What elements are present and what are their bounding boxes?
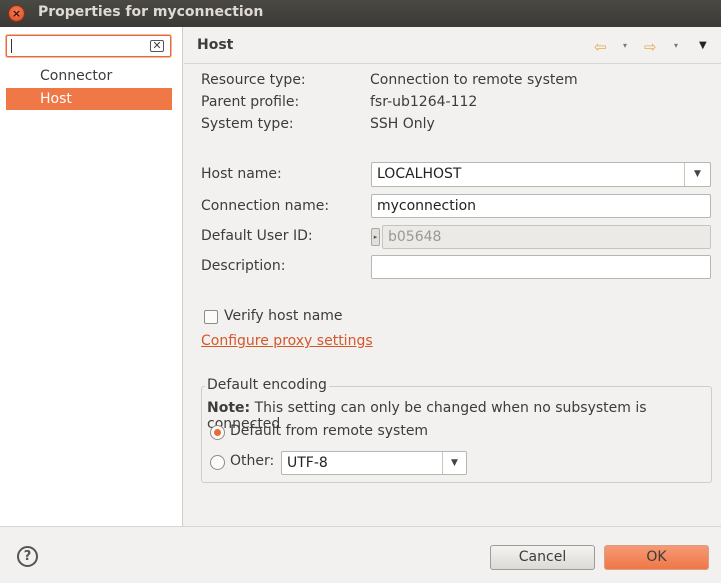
- description-field[interactable]: [371, 255, 711, 279]
- chevron-down-icon[interactable]: ▼: [684, 163, 710, 186]
- parent-profile-value: fsr-ub1264-112: [370, 94, 478, 110]
- dialog-button-bar: ? Cancel OK: [0, 526, 721, 583]
- system-type-label: System type:: [201, 116, 294, 132]
- description-label: Description:: [201, 258, 286, 274]
- default-user-id-value: b05648: [388, 229, 442, 245]
- encoding-combo[interactable]: UTF-8 ▼: [281, 451, 467, 475]
- forward-arrow-icon[interactable]: ⇨: [644, 38, 657, 56]
- back-history-dropdown-icon[interactable]: ▾: [623, 41, 627, 50]
- help-icon[interactable]: ?: [17, 546, 38, 567]
- host-name-combo[interactable]: LOCALHOST ▼: [371, 162, 711, 187]
- text-caret: [11, 39, 12, 53]
- system-type-value: SSH Only: [370, 116, 435, 132]
- clear-filter-icon[interactable]: ✕: [150, 40, 164, 52]
- window-title: Properties for myconnection: [38, 4, 264, 20]
- default-user-id-field: b05648: [382, 225, 711, 249]
- other-encoding-radio[interactable]: [210, 455, 225, 470]
- page-header: Host ⇦ ▾ ⇨ ▾ ▼: [184, 27, 721, 64]
- view-menu-icon[interactable]: ▼: [699, 40, 707, 51]
- chevron-down-icon[interactable]: ▼: [442, 452, 466, 474]
- default-encoding-title: Default encoding: [205, 377, 329, 393]
- default-from-remote-radio[interactable]: [210, 425, 225, 440]
- title-bar: × Properties for myconnection: [0, 0, 721, 27]
- cancel-button[interactable]: Cancel: [490, 545, 595, 570]
- verify-host-checkbox[interactable]: [204, 310, 218, 324]
- tree-item-connector-services[interactable]: Connector Services: [6, 65, 172, 106]
- property-tree-pane: ✕ Connector Services Host: [0, 27, 183, 526]
- host-name-value: LOCALHOST: [377, 166, 462, 182]
- default-from-remote-label[interactable]: Default from remote system: [230, 423, 428, 439]
- host-name-label: Host name:: [201, 166, 282, 182]
- parent-profile-label: Parent profile:: [201, 94, 300, 110]
- connection-name-value: myconnection: [377, 198, 477, 214]
- resource-type-value: Connection to remote system: [370, 72, 578, 88]
- connection-name-field[interactable]: myconnection: [371, 194, 711, 218]
- filter-input[interactable]: ✕: [6, 35, 171, 57]
- ok-button[interactable]: OK: [604, 545, 709, 570]
- default-user-id-label: Default User ID:: [201, 228, 313, 244]
- encoding-value: UTF-8: [287, 455, 328, 471]
- resource-type-label: Resource type:: [201, 72, 306, 88]
- inherit-toggle-button[interactable]: ▸: [371, 228, 380, 246]
- page-title: Host: [197, 37, 234, 53]
- other-encoding-label[interactable]: Other:: [230, 453, 274, 469]
- encoding-note-bold: Note:: [207, 400, 251, 416]
- close-icon[interactable]: ×: [8, 5, 25, 22]
- configure-proxy-link[interactable]: Configure proxy settings: [201, 333, 373, 349]
- connection-name-label: Connection name:: [201, 198, 330, 214]
- back-arrow-icon[interactable]: ⇦: [594, 38, 607, 56]
- verify-host-label[interactable]: Verify host name: [224, 308, 343, 324]
- property-page: Host ⇦ ▾ ⇨ ▾ ▼ Resource type: Connection…: [184, 27, 721, 526]
- forward-history-dropdown-icon[interactable]: ▾: [674, 41, 678, 50]
- tree-item-host[interactable]: Host: [6, 88, 172, 110]
